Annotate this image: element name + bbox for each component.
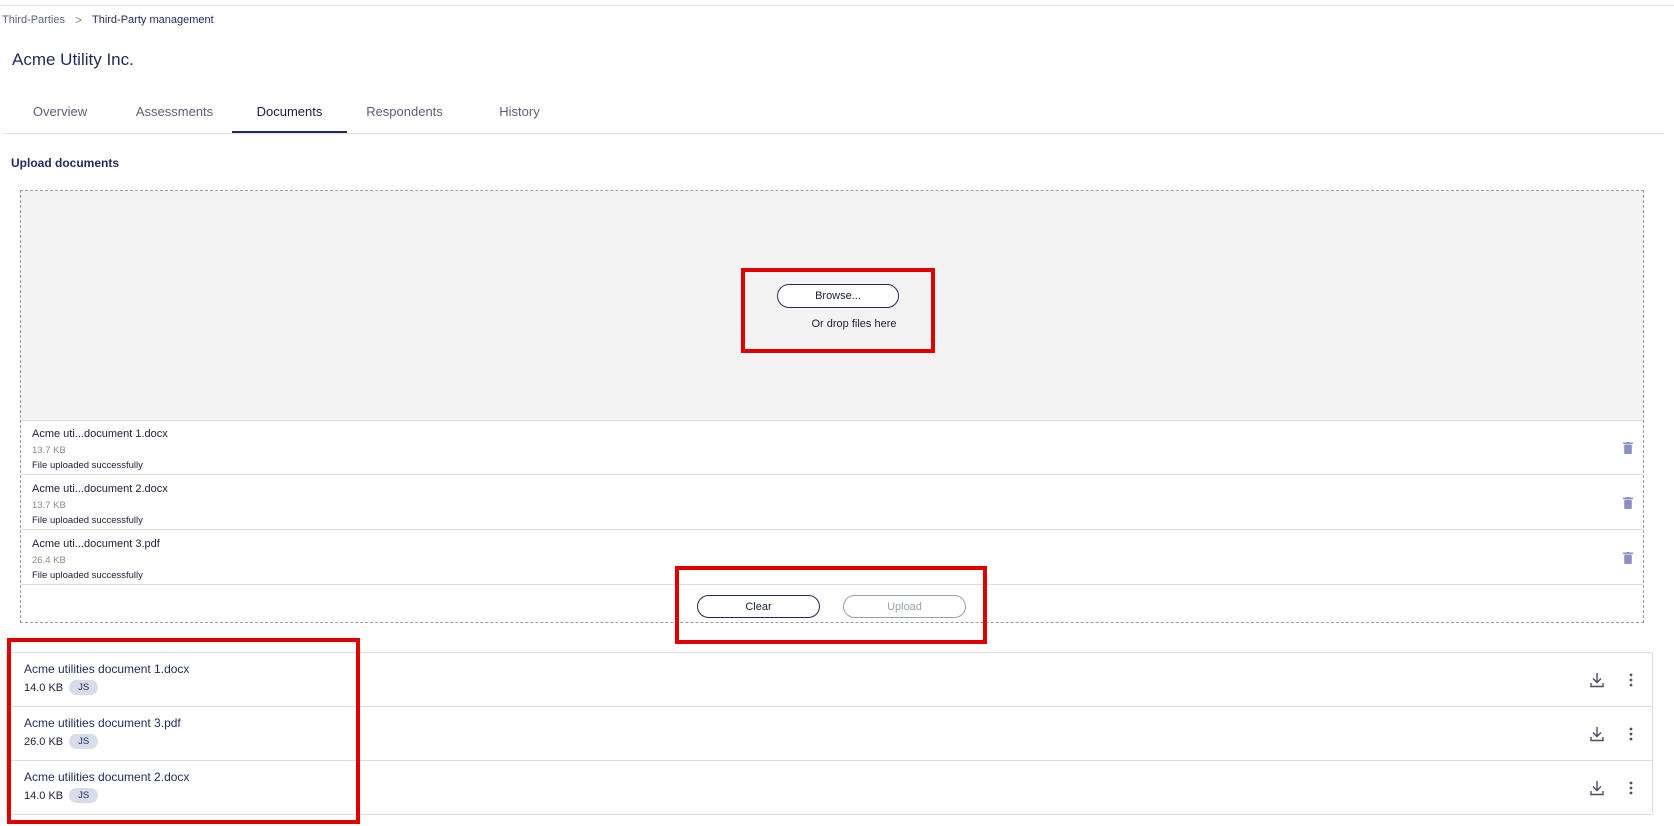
- breadcrumb-third-parties[interactable]: Third-Parties: [2, 14, 65, 26]
- highlight-action-buttons: [675, 566, 987, 644]
- highlight-document-list: [7, 638, 360, 824]
- breadcrumb-current: Third-Party management: [91, 14, 214, 26]
- download-icon[interactable]: [1589, 779, 1605, 797]
- trash-icon[interactable]: [1623, 442, 1633, 454]
- breadcrumb: Third-Parties > Third-Party management: [2, 13, 214, 27]
- more-vertical-icon[interactable]: [1627, 671, 1635, 689]
- more-vertical-icon[interactable]: [1627, 779, 1635, 797]
- queue-file-status: File uploaded successfully: [32, 460, 143, 471]
- queue-file-size: 13.7 KB: [32, 500, 66, 511]
- trash-icon[interactable]: [1623, 497, 1633, 509]
- tab-assessments[interactable]: Assessments: [117, 92, 232, 132]
- queue-file-name: Acme uti...document 3.pdf: [32, 538, 160, 550]
- tab-history[interactable]: History: [462, 92, 577, 132]
- highlight-browse-area: [741, 268, 935, 353]
- top-divider: [0, 5, 1674, 6]
- queue-file-size: 26.4 KB: [32, 555, 66, 566]
- tab-overview[interactable]: Overview: [3, 92, 117, 132]
- more-vertical-icon[interactable]: [1627, 725, 1635, 743]
- upload-section-title: Upload documents: [11, 156, 120, 170]
- upload-queue-item: Acme uti...document 1.docx 13.7 KB File …: [21, 420, 1643, 475]
- queue-file-name: Acme uti...document 2.docx: [32, 483, 168, 495]
- download-icon[interactable]: [1589, 725, 1605, 743]
- tab-respondents[interactable]: Respondents: [347, 92, 462, 132]
- tab-documents[interactable]: Documents: [232, 92, 347, 133]
- upload-queue-item: Acme uti...document 2.docx 13.7 KB File …: [21, 475, 1643, 530]
- queue-file-status: File uploaded successfully: [32, 515, 143, 526]
- upload-dropzone[interactable]: Browse... Or drop files here Acme uti...…: [20, 190, 1644, 623]
- download-icon[interactable]: [1589, 671, 1605, 689]
- chevron-right-icon: >: [74, 13, 82, 27]
- page-title: Acme Utility Inc.: [12, 50, 134, 69]
- queue-file-size: 13.7 KB: [32, 445, 66, 456]
- trash-icon[interactable]: [1623, 552, 1633, 564]
- tab-bar: Overview Assessments Documents Responden…: [3, 92, 1664, 134]
- queue-file-status: File uploaded successfully: [32, 570, 143, 581]
- queue-file-name: Acme uti...document 1.docx: [32, 428, 168, 440]
